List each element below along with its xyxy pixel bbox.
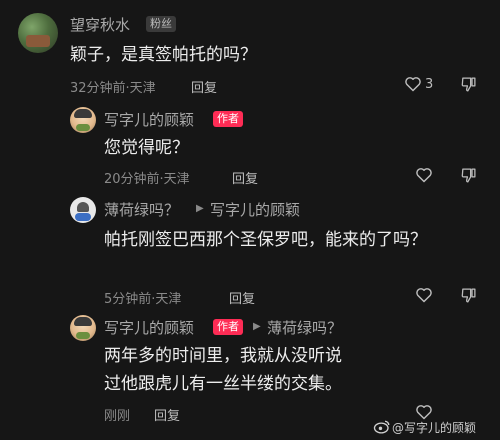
comment-text: 您觉得呢？: [104, 138, 189, 158]
fan-badge: 粉丝: [146, 16, 176, 32]
author-badge: 作者: [213, 111, 243, 127]
comment-username[interactable]: 望穿秋水: [70, 14, 130, 35]
heart-outline-icon: [416, 288, 432, 303]
author-badge: 作者: [213, 319, 243, 335]
like-button[interactable]: [415, 287, 433, 307]
triangle-right-icon: ▶: [196, 203, 204, 214]
dislike-button[interactable]: [460, 287, 477, 308]
dislike-button[interactable]: [460, 76, 477, 97]
comment-username[interactable]: 写字儿的顾颖: [104, 317, 194, 338]
like-button[interactable]: [415, 167, 433, 187]
reply-button[interactable]: 回复: [232, 168, 258, 187]
weibo-logo-icon: [373, 419, 391, 438]
avatar[interactable]: [70, 315, 96, 341]
like-count: 3: [425, 77, 434, 92]
dislike-button[interactable]: [460, 167, 477, 188]
comment-username[interactable]: 薄荷绿吗？: [104, 199, 179, 220]
avatar[interactable]: [70, 197, 96, 223]
reply-button[interactable]: 回复: [229, 288, 255, 307]
thumbs-down-icon: [461, 168, 476, 183]
comment-time-location: 5分钟前·天津: [104, 292, 182, 307]
comment-text: 颖子，是真签帕托的吗？: [70, 45, 257, 65]
triangle-right-icon: ▶: [253, 321, 261, 332]
thumbs-down-icon: [461, 77, 476, 92]
comment-text: 两年多的时间里，我就从没听说过他跟虎儿有一丝半缕的交集。: [104, 346, 342, 394]
comment-time-location: 刚刚: [104, 409, 131, 424]
avatar[interactable]: [18, 13, 58, 53]
reply-button[interactable]: 回复: [191, 77, 217, 96]
reply-to-username[interactable]: 薄荷绿吗？: [267, 317, 342, 338]
thumbs-down-icon: [461, 288, 476, 303]
reply-button[interactable]: 回复: [154, 405, 180, 424]
heart-outline-icon: [416, 405, 432, 420]
watermark-text: @写字儿的顾颖: [392, 421, 477, 435]
avatar[interactable]: [70, 107, 96, 133]
comment-time-location: 32分钟前·天津: [70, 81, 156, 96]
comment-time-location: 20分钟前·天津: [104, 172, 190, 187]
reply-to-username[interactable]: 写字儿的顾颖: [210, 199, 300, 220]
comment-text: 帕托刚签巴西那个圣保罗吧，能来的了吗？: [104, 230, 427, 250]
heart-outline-icon: [416, 168, 432, 183]
like-button[interactable]: [404, 76, 422, 96]
comment-username[interactable]: 写字儿的顾颖: [104, 109, 194, 130]
heart-outline-icon: [405, 77, 421, 92]
